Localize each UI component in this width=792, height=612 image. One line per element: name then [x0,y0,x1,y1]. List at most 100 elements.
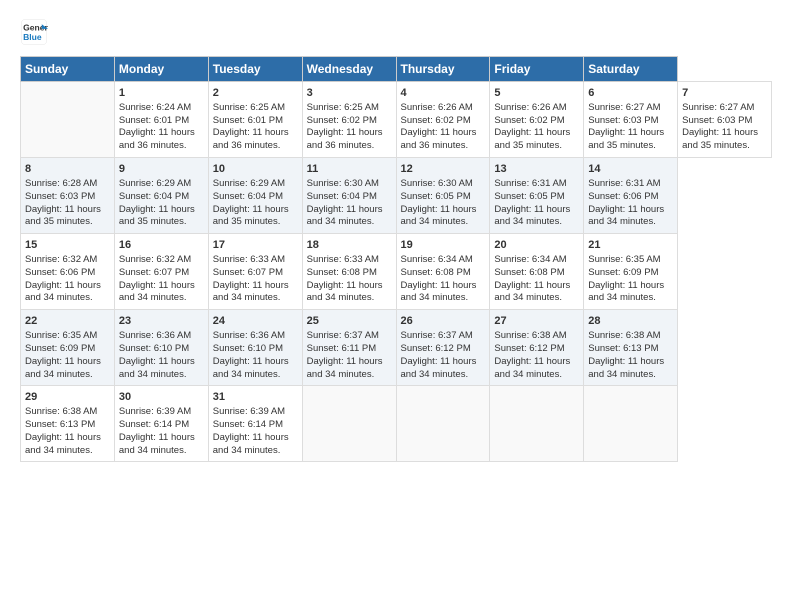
daylight-text: Daylight: 11 hours and 36 minutes. [119,127,195,151]
calendar-cell: 24Sunrise: 6:36 AMSunset: 6:10 PMDayligh… [208,310,302,386]
header: General Blue [20,18,772,46]
sunrise-text: Sunrise: 6:38 AM [25,406,97,417]
daylight-text: Daylight: 11 hours and 34 minutes. [25,432,101,456]
calendar-table: SundayMondayTuesdayWednesdayThursdayFrid… [20,56,772,462]
sunset-text: Sunset: 6:10 PM [213,343,283,354]
sunrise-text: Sunrise: 6:38 AM [494,330,566,341]
sunset-text: Sunset: 6:14 PM [119,419,189,430]
day-number: 29 [25,390,110,405]
day-number: 6 [588,86,673,101]
day-number: 14 [588,162,673,177]
sunrise-text: Sunrise: 6:29 AM [119,178,191,189]
sunrise-text: Sunrise: 6:34 AM [401,254,473,265]
calendar-week-row: 15Sunrise: 6:32 AMSunset: 6:06 PMDayligh… [21,234,772,310]
daylight-text: Daylight: 11 hours and 34 minutes. [119,432,195,456]
daylight-text: Daylight: 11 hours and 34 minutes. [307,204,383,228]
day-number: 11 [307,162,392,177]
logo: General Blue [20,18,48,46]
calendar-cell: 27Sunrise: 6:38 AMSunset: 6:12 PMDayligh… [490,310,584,386]
calendar-header-friday: Friday [490,57,584,82]
daylight-text: Daylight: 11 hours and 35 minutes. [588,127,664,151]
sunrise-text: Sunrise: 6:26 AM [401,102,473,113]
calendar-cell: 21Sunrise: 6:35 AMSunset: 6:09 PMDayligh… [584,234,678,310]
calendar-cell [584,386,678,462]
sunset-text: Sunset: 6:02 PM [494,115,564,126]
sunrise-text: Sunrise: 6:38 AM [588,330,660,341]
sunset-text: Sunset: 6:09 PM [25,343,95,354]
calendar-header-monday: Monday [114,57,208,82]
sunrise-text: Sunrise: 6:39 AM [119,406,191,417]
calendar-cell: 31Sunrise: 6:39 AMSunset: 6:14 PMDayligh… [208,386,302,462]
day-number: 24 [213,314,298,329]
sunrise-text: Sunrise: 6:31 AM [494,178,566,189]
day-number: 19 [401,238,486,253]
calendar-cell: 23Sunrise: 6:36 AMSunset: 6:10 PMDayligh… [114,310,208,386]
calendar-cell: 15Sunrise: 6:32 AMSunset: 6:06 PMDayligh… [21,234,115,310]
sunset-text: Sunset: 6:02 PM [307,115,377,126]
calendar-cell: 29Sunrise: 6:38 AM Sunset: 6:13 PM Dayligh… [21,386,115,462]
daylight-text: Daylight: 11 hours and 34 minutes. [401,204,477,228]
calendar-cell: 30Sunrise: 6:39 AMSunset: 6:14 PMDayligh… [114,386,208,462]
sunrise-text: Sunrise: 6:29 AM [213,178,285,189]
calendar-week-row: 29Sunrise: 6:38 AM Sunset: 6:13 PM Dayligh… [21,386,772,462]
calendar-week-row: 22Sunrise: 6:35 AMSunset: 6:09 PMDayligh… [21,310,772,386]
sunrise-text: Sunrise: 6:34 AM [494,254,566,265]
sunset-text: Sunset: 6:12 PM [401,343,471,354]
calendar-cell: 25Sunrise: 6:37 AMSunset: 6:11 PMDayligh… [302,310,396,386]
daylight-text: Daylight: 11 hours and 34 minutes. [588,280,664,304]
daylight-text: Daylight: 11 hours and 34 minutes. [213,432,289,456]
daylight-text: Daylight: 11 hours and 34 minutes. [213,356,289,380]
page: General Blue SundayMondayTuesdayWednesda… [0,0,792,612]
sunrise-text: Sunrise: 6:32 AM [25,254,97,265]
day-number: 20 [494,238,579,253]
sunrise-text: Sunrise: 6:26 AM [494,102,566,113]
sunset-text: Sunset: 6:04 PM [119,191,189,202]
sunset-text: Sunset: 6:07 PM [119,267,189,278]
sunset-text: Sunset: 6:09 PM [588,267,658,278]
sunset-text: Sunset: 6:08 PM [307,267,377,278]
sunset-text: Sunset: 6:02 PM [401,115,471,126]
day-number: 7 [682,86,767,101]
sunset-text: Sunset: 6:12 PM [494,343,564,354]
day-number: 28 [588,314,673,329]
sunset-text: Sunset: 6:13 PM [25,419,95,430]
calendar-header-thursday: Thursday [396,57,490,82]
sunrise-text: Sunrise: 6:37 AM [307,330,379,341]
day-number: 23 [119,314,204,329]
day-number: 17 [213,238,298,253]
calendar-cell: 4Sunrise: 6:26 AMSunset: 6:02 PMDaylight… [396,82,490,158]
day-number: 21 [588,238,673,253]
calendar-cell: 19Sunrise: 6:34 AMSunset: 6:08 PMDayligh… [396,234,490,310]
sunrise-text: Sunrise: 6:25 AM [307,102,379,113]
calendar-cell [302,386,396,462]
day-number: 5 [494,86,579,101]
sunrise-text: Sunrise: 6:31 AM [588,178,660,189]
logo-icon: General Blue [20,18,48,46]
calendar-cell [490,386,584,462]
sunset-text: Sunset: 6:06 PM [588,191,658,202]
day-number: 10 [213,162,298,177]
day-number: 18 [307,238,392,253]
sunset-text: Sunset: 6:03 PM [682,115,752,126]
sunrise-text: Sunrise: 6:35 AM [25,330,97,341]
day-number: 15 [25,238,110,253]
daylight-text: Daylight: 11 hours and 35 minutes. [213,204,289,228]
daylight-text: Daylight: 11 hours and 35 minutes. [25,204,101,228]
calendar-cell: 22Sunrise: 6:35 AMSunset: 6:09 PMDayligh… [21,310,115,386]
daylight-text: Daylight: 11 hours and 34 minutes. [307,280,383,304]
daylight-text: Daylight: 11 hours and 34 minutes. [588,204,664,228]
sunrise-text: Sunrise: 6:25 AM [213,102,285,113]
svg-text:Blue: Blue [23,32,42,42]
sunset-text: Sunset: 6:03 PM [588,115,658,126]
day-number: 31 [213,390,298,405]
calendar-header-sunday: Sunday [21,57,115,82]
sunrise-text: Sunrise: 6:30 AM [307,178,379,189]
sunrise-text: Sunrise: 6:27 AM [588,102,660,113]
calendar-cell: 1Sunrise: 6:24 AMSunset: 6:01 PMDaylight… [114,82,208,158]
day-number: 4 [401,86,486,101]
calendar-cell: 12Sunrise: 6:30 AMSunset: 6:05 PMDayligh… [396,158,490,234]
daylight-text: Daylight: 11 hours and 35 minutes. [682,127,758,151]
calendar-cell: 17Sunrise: 6:33 AMSunset: 6:07 PMDayligh… [208,234,302,310]
sunrise-text: Sunrise: 6:36 AM [119,330,191,341]
calendar-cell: 18Sunrise: 6:33 AMSunset: 6:08 PMDayligh… [302,234,396,310]
